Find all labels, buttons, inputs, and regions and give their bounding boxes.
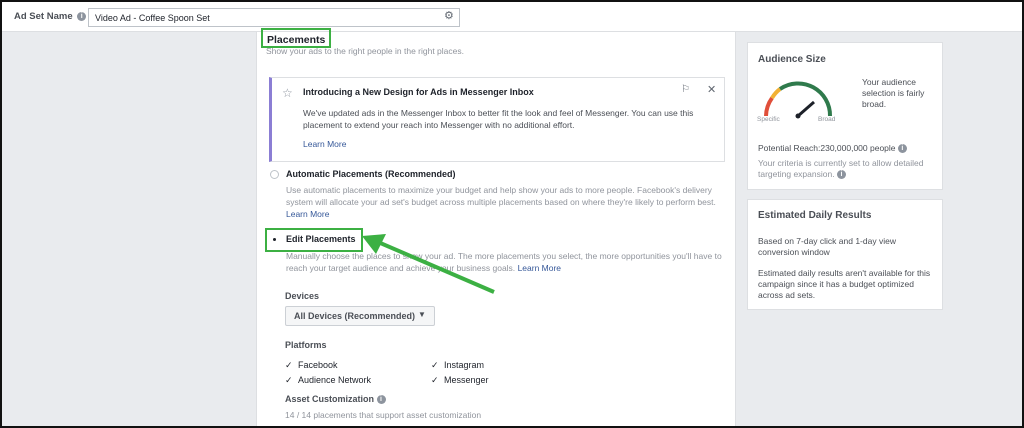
audience-size-description: Your audience selection is fairly broad. <box>862 77 925 109</box>
daily-results-window: Based on 7-day click and 1-day view conv… <box>758 236 896 257</box>
gauge-specific-label: Specific <box>757 116 780 123</box>
placements-panel: Placements Show your ads to the right pe… <box>256 28 736 428</box>
daily-results-title: Estimated Daily Results <box>758 210 872 221</box>
ad-set-name-bar: Ad Set Name i ⚙ <box>2 2 1022 32</box>
asset-customization-label: Asset Customization i <box>285 394 386 405</box>
audience-size-card: Audience Size Specific Broad Your audien… <box>747 42 943 190</box>
platform-label-facebook: Facebook <box>298 360 338 370</box>
automatic-placements-title[interactable]: Automatic Placements (Recommended) <box>286 169 456 179</box>
close-icon[interactable]: ✕ <box>707 83 716 96</box>
placements-subtitle: Show your ads to the right people in the… <box>266 46 464 56</box>
platform-label-instagram: Instagram <box>444 360 485 370</box>
info-icon[interactable]: i <box>376 395 386 405</box>
notice-title: Introducing a New Design for Ads in Mess… <box>303 87 534 97</box>
check-icon: ✓ <box>431 360 439 370</box>
info-icon[interactable]: i <box>897 144 907 154</box>
criteria-note: Your criteria is currently set to allow … <box>758 158 938 180</box>
devices-label: Devices <box>285 291 320 301</box>
info-icon[interactable]: i <box>836 170 846 180</box>
asset-customization-label-text: Asset Customization <box>285 394 375 404</box>
ad-set-name-label: Ad Set Name i <box>14 11 87 22</box>
audience-size-title: Audience Size <box>758 54 826 65</box>
ad-set-name-label-text: Ad Set Name <box>14 11 73 22</box>
automatic-placements-radio[interactable] <box>270 170 279 179</box>
edit-placements-radio[interactable] <box>270 235 279 244</box>
platform-checkbox-instagram[interactable]: ✓ Instagram <box>431 360 484 371</box>
platform-label-messenger: Messenger <box>444 375 489 385</box>
automatic-placements-description: Use automatic placements to maximize you… <box>286 184 726 220</box>
platform-checkbox-facebook[interactable]: ✓ Facebook <box>285 360 338 371</box>
estimated-daily-results-card: Estimated Daily Results Based on 7-day c… <box>747 199 943 310</box>
gear-icon[interactable]: ⚙ <box>444 11 454 22</box>
edit-placements-description-text: Manually choose the places to show your … <box>286 251 722 273</box>
check-icon: ✓ <box>431 375 439 385</box>
asset-customization-count: 14 / 14 placements that support asset cu… <box>285 410 482 420</box>
edit-placements-description: Manually choose the places to show your … <box>286 250 726 274</box>
info-icon[interactable]: i <box>77 11 87 21</box>
automatic-placements-description-text: Use automatic placements to maximize you… <box>286 185 716 207</box>
caret-down-icon: ▼ <box>418 310 426 319</box>
devices-dropdown-value: All Devices (Recommended) <box>294 311 416 321</box>
daily-results-note: Estimated daily results aren't available… <box>758 268 931 300</box>
potential-reach-text: Potential Reach:230,000,000 people <box>758 143 896 153</box>
check-icon: ✓ <box>285 360 293 370</box>
edit-placements-title[interactable]: Edit Placements <box>286 234 356 244</box>
gauge-broad-label: Broad <box>818 116 836 123</box>
green-arrow-annotation <box>362 234 495 294</box>
feedback-flag-icon[interactable]: ⚐ <box>681 84 690 95</box>
ad-set-name-input[interactable] <box>88 8 460 27</box>
platforms-label: Platforms <box>285 340 327 350</box>
notice-body: We've updated ads in the Messenger Inbox… <box>303 108 694 130</box>
placements-title: Placements <box>267 34 326 46</box>
check-icon: ✓ <box>285 375 293 385</box>
devices-dropdown[interactable]: All Devices (Recommended) ▼ <box>285 306 435 326</box>
automatic-learn-more-link[interactable]: Learn More <box>286 209 329 219</box>
platform-checkbox-audience-network[interactable]: ✓ Audience Network <box>285 375 371 386</box>
platform-checkbox-messenger[interactable]: ✓ Messenger <box>431 375 489 386</box>
star-icon: ☆ <box>282 86 293 100</box>
edit-learn-more-link[interactable]: Learn More <box>518 263 561 273</box>
messenger-notice: ☆ Introducing a New Design for Ads in Me… <box>269 77 725 162</box>
platform-label-audience-network: Audience Network <box>298 375 372 385</box>
potential-reach: Potential Reach:230,000,000 people i <box>758 143 907 154</box>
notice-learn-more-link[interactable]: Learn More <box>303 139 346 149</box>
